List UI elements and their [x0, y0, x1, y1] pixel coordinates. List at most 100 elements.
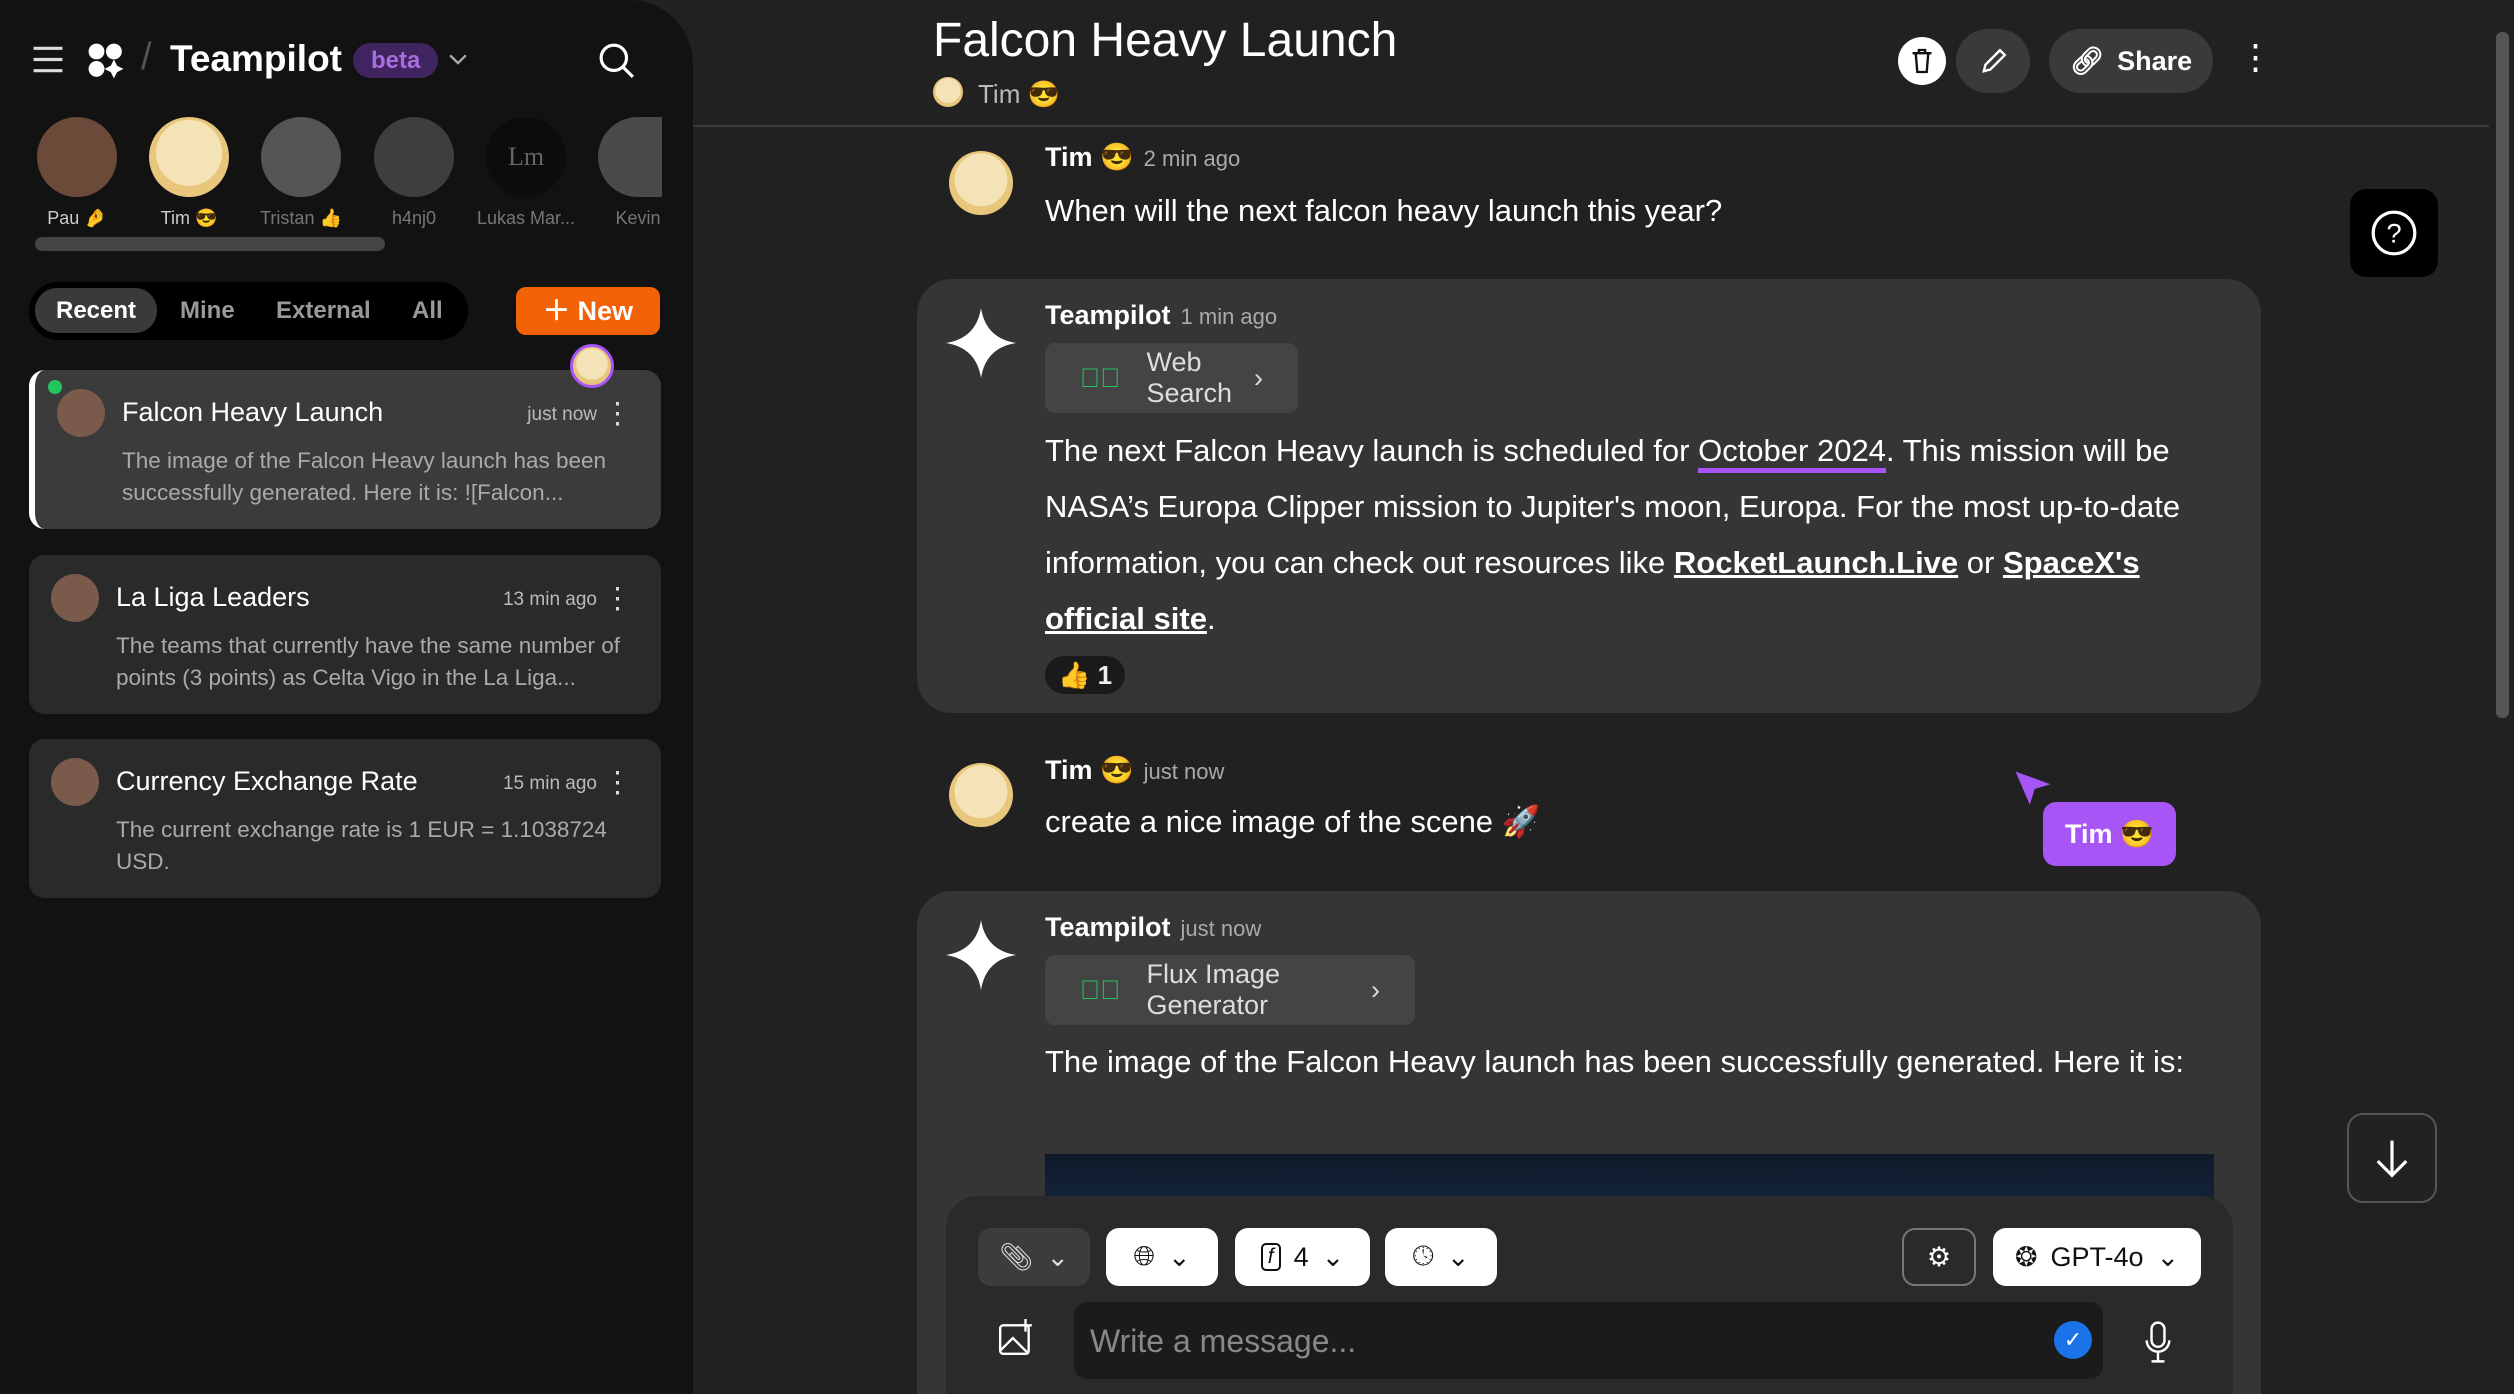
conversation-title: Falcon Heavy Launch	[122, 397, 384, 427]
function-icon: f	[1260, 1243, 1281, 1271]
avatar-h4nj0[interactable]	[374, 117, 454, 197]
message-author: Teampilot just now	[1045, 912, 1262, 942]
conversation-title: Currency Exchange Rate	[116, 766, 418, 796]
attach-button[interactable]: 📎︎ ⌄	[978, 1228, 1090, 1286]
message-time: 2 min ago	[1143, 146, 1241, 171]
reaction-count: 1	[1097, 660, 1113, 690]
schedule-button[interactable]: 🕓︎ ⌄	[1385, 1228, 1497, 1286]
sparkle-icon	[946, 920, 1016, 990]
link-icon: 🔗︎	[2069, 46, 2105, 76]
avatar-lukas[interactable]: Lm	[486, 117, 566, 197]
plus-icon: ＋	[542, 296, 578, 326]
tab-mine[interactable]: Mine	[159, 288, 256, 333]
chevron-down-icon: ⌄	[1446, 1241, 1470, 1272]
check-icon[interactable]: ✓	[2054, 1321, 2092, 1359]
assistant-message: Teampilot 1 min ago ✓⃝ Web Search › The nex…	[917, 279, 2261, 713]
page-title: Falcon Heavy Launch	[933, 14, 1398, 67]
chat-scrollbar[interactable]	[2496, 32, 2509, 718]
message-author: Tim 😎 2 min ago	[1045, 142, 1241, 172]
avatar	[51, 574, 99, 622]
new-chat-button[interactable]: ＋ New	[516, 287, 660, 335]
more-options-icon[interactable]: ⋮	[603, 396, 632, 431]
thumbs-up-icon: 👍	[1058, 660, 1091, 690]
edit-button[interactable]	[1956, 29, 2030, 93]
conversation-preview: The current exchange rate is 1 EUR = 1.1…	[116, 817, 607, 874]
avatar	[57, 389, 105, 437]
conversation-item[interactable]: La Liga Leaders 13 min ago ⋮ The teams t…	[29, 555, 661, 714]
scroll-down-button[interactable]	[2347, 1113, 2437, 1203]
menu-icon[interactable]	[32, 45, 64, 74]
arrow-down-icon	[2376, 1140, 2408, 1178]
web-access-button[interactable]: 🌐︎ ⌄	[1106, 1228, 1218, 1286]
avatar-kevin[interactable]	[598, 117, 662, 197]
tab-external[interactable]: External	[255, 288, 392, 333]
function-count: 4	[1293, 1241, 1309, 1272]
help-icon: ?	[2371, 210, 2417, 256]
avatar-tim[interactable]	[149, 117, 229, 197]
trash-icon	[1912, 48, 1932, 74]
help-button[interactable]: ?	[2350, 189, 2438, 277]
chevron-down-icon: ⌄	[1046, 1241, 1069, 1272]
avatar-pau[interactable]	[37, 117, 117, 197]
avatar	[949, 151, 1013, 215]
microphone-icon[interactable]	[2145, 1321, 2171, 1363]
teampilot-logo-icon	[87, 42, 125, 80]
model-name: GPT-4o	[2050, 1241, 2144, 1272]
app-name[interactable]: Teampilot	[170, 38, 342, 80]
message-placeholder: Write a message...	[1090, 1323, 1357, 1359]
message-text: create a nice image of the scene 🚀	[1045, 804, 1541, 839]
avatar-tristan[interactable]	[261, 117, 341, 197]
message-input[interactable]: Write a message... ✓	[1074, 1302, 2103, 1379]
beta-badge: beta	[353, 43, 439, 78]
collaborator-cursor-icon	[2014, 770, 2052, 808]
chevron-down-icon[interactable]	[447, 52, 469, 68]
image-add-icon[interactable]	[997, 1319, 1035, 1357]
users-scrollbar[interactable]	[35, 237, 385, 251]
user-name: Tristan 👍	[260, 208, 342, 228]
share-button[interactable]: 🔗︎ Share	[2049, 29, 2213, 93]
more-options-icon[interactable]: ⋮	[603, 765, 632, 800]
collaborator-cursor-label: Tim 😎	[2043, 802, 2176, 866]
tab-recent[interactable]: Recent	[35, 288, 158, 333]
chevron-down-icon: ⌄	[1321, 1241, 1345, 1272]
more-options-icon[interactable]: ⋮	[2238, 38, 2273, 78]
conversation-preview: The teams that currently have the same n…	[116, 633, 620, 690]
more-options-icon[interactable]: ⋮	[603, 581, 632, 616]
message-time: just now	[1143, 759, 1225, 784]
tool-name: Web Search	[1146, 347, 1233, 408]
conversation-item[interactable]: Currency Exchange Rate 15 min ago ⋮ The …	[29, 739, 661, 898]
conversation-time: 15 min ago	[502, 773, 597, 794]
message-text: When will the next falcon heavy launch t…	[1045, 193, 1723, 228]
conversation-time: just now	[527, 404, 597, 425]
search-icon[interactable]	[598, 42, 636, 80]
avatar	[949, 763, 1013, 827]
owner-name: Tim 😎	[978, 79, 1060, 109]
openai-icon: ❂	[2014, 1241, 2038, 1272]
gear-icon: ⚙︎	[1926, 1241, 1952, 1272]
sidebar: / Teampilot beta Lm Pau 🤌 Tim 😎 Tristan …	[0, 0, 693, 1394]
flux-tool-chip[interactable]: ✓⃝ Flux Image Generator ›	[1045, 955, 1415, 1025]
web-search-tool-chip[interactable]: ✓⃝ Web Search ›	[1045, 343, 1298, 413]
reaction-badge[interactable]: 👍 1	[1045, 656, 1126, 694]
tab-all[interactable]: All	[391, 288, 464, 333]
text: The next Falcon Heavy launch is schedule…	[1045, 433, 1699, 468]
check-circle-icon: ✓⃝	[1080, 974, 1121, 1005]
paperclip-icon: 📎︎	[999, 1242, 1034, 1272]
separator: /	[141, 36, 152, 78]
user-name: Kevin	[615, 208, 661, 228]
conversation-item[interactable]: Falcon Heavy Launch just now ⋮ The image…	[29, 344, 661, 529]
function-count-button[interactable]: f 4 ⌄	[1235, 1228, 1370, 1286]
message-text: The next Falcon Heavy launch is schedule…	[1045, 423, 2223, 647]
rocketlaunch-link[interactable]: RocketLaunch.Live	[1674, 545, 1958, 580]
sparkle-icon	[946, 308, 1016, 378]
message-composer: 📎︎ ⌄ 🌐︎ ⌄ f 4 ⌄ 🕓︎ ⌄ ⚙︎ ❂ GPT-4o ⌄ Write a mess…	[946, 1196, 2233, 1394]
conversation-title: La Liga Leaders	[116, 582, 310, 612]
message-author: Teampilot 1 min ago	[1045, 300, 1278, 330]
model-select[interactable]: ❂ GPT-4o ⌄	[1993, 1228, 2201, 1286]
share-label: Share	[2117, 45, 2193, 76]
new-label: New	[577, 296, 634, 326]
settings-button[interactable]: ⚙︎	[1902, 1228, 1976, 1286]
conversation-time: 13 min ago	[502, 589, 597, 610]
chevron-down-icon: ⌄	[1167, 1241, 1191, 1272]
delete-button[interactable]	[1898, 37, 1946, 85]
